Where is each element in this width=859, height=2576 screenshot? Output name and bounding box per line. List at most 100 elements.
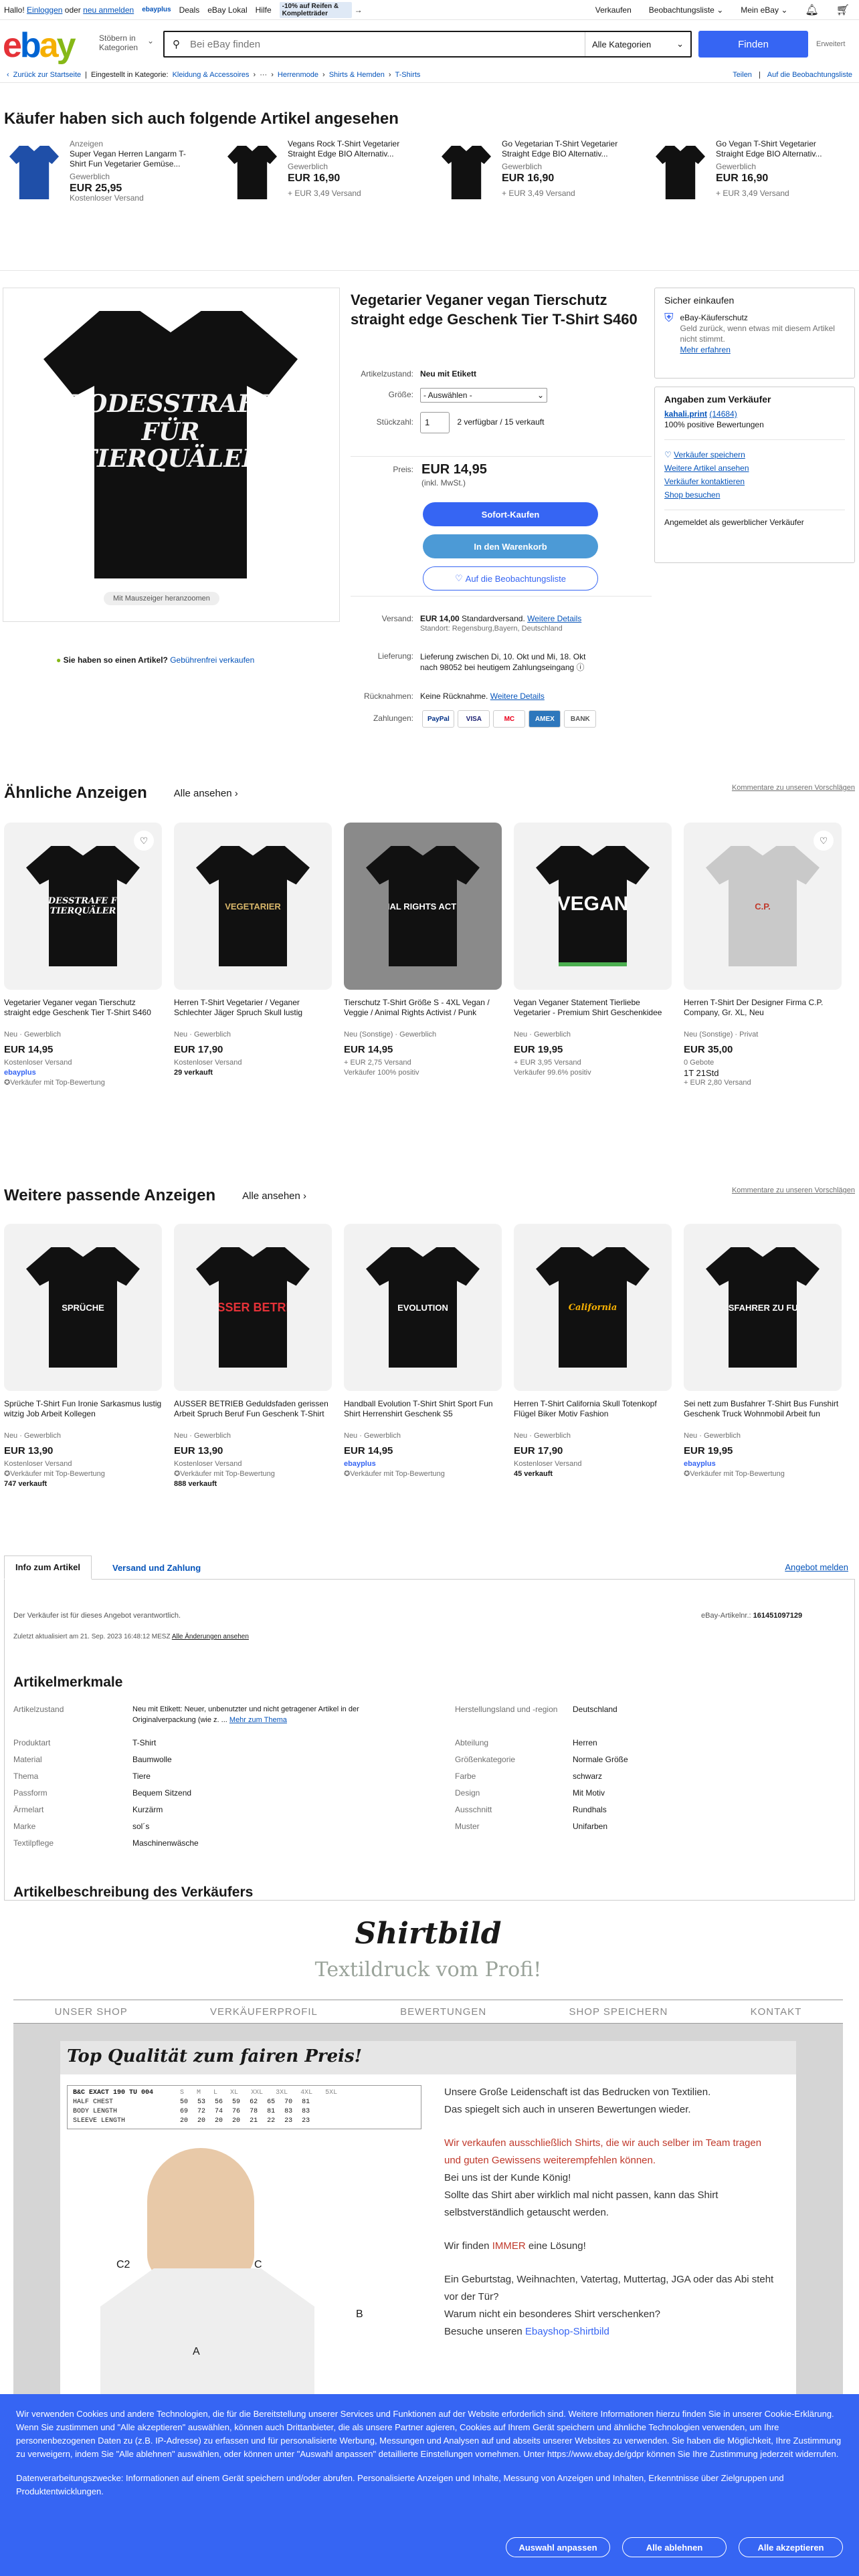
deals-link[interactable]: Deals xyxy=(179,5,200,15)
card-title[interactable]: Sei nett zum Busfahrer T-Shirt Bus Funsh… xyxy=(684,1399,842,1429)
card-title[interactable]: Herren T-Shirt Der Designer Firma C.P. C… xyxy=(684,998,842,1028)
product-image[interactable]: C.P. ♡ xyxy=(684,823,842,990)
add-to-cart-button[interactable]: In den Warenkorb xyxy=(423,534,598,558)
similar-card[interactable]: VEGAN Vegan Veganer Statement Tierliebe … xyxy=(514,823,672,1078)
seller-score[interactable]: (14684) xyxy=(709,409,737,419)
product-image[interactable]: VEGETARIER xyxy=(174,823,332,990)
also-item[interactable]: Go Vegetarian T-Shirt Vegetarier Straigh… xyxy=(432,139,633,246)
heart-icon[interactable]: ♡ xyxy=(134,831,154,851)
nav-contact[interactable]: KONTAKT xyxy=(751,2006,802,2018)
item-title[interactable]: Go Vegetarian T-Shirt Vegetarier Straigh… xyxy=(502,139,622,159)
product-image[interactable]: SPRÜCHE xyxy=(4,1224,162,1391)
nav-save-shop[interactable]: SHOP SPEICHERN xyxy=(569,2006,668,2018)
seller-name-link[interactable]: kahali.print xyxy=(664,409,707,419)
cart-icon[interactable]: 🛒︎ xyxy=(836,3,850,17)
see-all-link[interactable]: Alle ansehen › xyxy=(174,788,238,799)
ebay-logo[interactable]: ebay xyxy=(3,28,76,63)
card-title[interactable]: Handball Evolution T-Shirt Shirt Sport F… xyxy=(344,1399,502,1429)
similar-card[interactable]: VEGETARIER Herren T-Shirt Vegetarier / V… xyxy=(174,823,332,1078)
watchlist-link[interactable]: Beobachtungsliste ⌄ xyxy=(649,5,723,15)
register-link[interactable]: neu anmelden xyxy=(83,5,134,15)
main-image-panel[interactable]: TODESSTRAFE FÜR TIERQUÄLER Mit Mauszeige… xyxy=(3,288,340,622)
category-select[interactable]: Alle Kategorien ⌄ xyxy=(585,32,690,56)
tab-item-info[interactable]: Info zum Artikel xyxy=(4,1555,92,1580)
nav-shop[interactable]: UNSER SHOP xyxy=(55,2006,128,2018)
login-link[interactable]: Einloggen xyxy=(27,5,62,15)
back-arrow-icon[interactable]: ‹ xyxy=(7,71,9,79)
product-image[interactable] xyxy=(225,139,280,206)
search-input[interactable] xyxy=(165,32,585,56)
more-card[interactable]: SPRÜCHE Sprüche T-Shirt Fun Ironie Sarka… xyxy=(4,1224,162,1489)
more-card[interactable]: AUSSER BETRIEB AUSSER BETRIEB Geduldsfad… xyxy=(174,1224,332,1489)
product-image[interactable]: AUSSER BETRIEB xyxy=(174,1224,332,1391)
changes-link[interactable]: Alle Änderungen ansehen xyxy=(172,1633,249,1640)
also-item[interactable]: Anzeigen Super Vegan Herren Langarm T-Sh… xyxy=(0,139,201,246)
watch-button[interactable]: ♡ Auf die Beobachtungsliste xyxy=(423,566,598,591)
contact-seller-link[interactable]: Verkäufer kontaktieren xyxy=(664,477,745,486)
category-button[interactable]: Stöbern in Kategorien ⌄ xyxy=(99,33,159,52)
similar-card[interactable]: C.P. ♡ Herren T-Shirt Der Designer Firma … xyxy=(684,823,842,1088)
search-button[interactable]: Finden xyxy=(698,31,808,58)
product-image[interactable] xyxy=(7,139,62,206)
similar-card[interactable]: ANIMAL RIGHTS ACTIVIST Tierschutz T-Shir… xyxy=(344,823,502,1078)
product-image[interactable] xyxy=(653,139,708,206)
product-image[interactable]: California xyxy=(514,1224,672,1391)
advanced-search-link[interactable]: Erweitert xyxy=(816,40,845,48)
heart-icon[interactable]: ♡ xyxy=(814,831,834,851)
crumb-1[interactable]: Kleidung & Accessoires xyxy=(173,71,250,79)
back-link[interactable]: Zurück zur Startseite xyxy=(13,71,81,79)
also-item[interactable]: Vegans Rock T-Shirt Vegetarier Straight … xyxy=(218,139,419,246)
card-title[interactable]: Tierschutz T-Shirt Größe S - 4XL Vegan /… xyxy=(344,998,502,1028)
buy-now-button[interactable]: Sofort-Kaufen xyxy=(423,502,598,526)
card-title[interactable]: Vegetarier Veganer vegan Tierschutz stra… xyxy=(4,998,162,1028)
product-image[interactable]: EVOLUTION xyxy=(344,1224,502,1391)
card-title[interactable]: Herren T-Shirt Vegetarier / Veganer Schl… xyxy=(174,998,332,1028)
quantity-input[interactable]: 1 xyxy=(420,412,450,433)
promo-banner[interactable]: -10% auf Reifen & Kompletträder xyxy=(279,1,352,18)
product-image[interactable]: BUSFAHRER ZU FUSS xyxy=(684,1224,842,1391)
item-title[interactable]: Go Vegan T-Shirt Vegetarier Straight Edg… xyxy=(716,139,836,159)
nav-profile[interactable]: VERKÄUFERPROFIL xyxy=(210,2006,318,2018)
tab-shipping-payment[interactable]: Versand und Zahlung xyxy=(102,1555,211,1580)
feedback-link[interactable]: Kommentare zu unseren Vorschlägen xyxy=(732,784,855,792)
help-link[interactable]: Hilfe xyxy=(256,5,272,15)
see-all-link[interactable]: Alle ansehen › xyxy=(242,1190,306,1202)
size-select[interactable]: - Auswählen - ⌄ xyxy=(420,388,547,403)
my-ebay-link[interactable]: Mein eBay ⌄ xyxy=(741,5,787,15)
card-title[interactable]: Herren T-Shirt California Skull Totenkop… xyxy=(514,1399,672,1429)
other-items-link[interactable]: Weitere Artikel ansehen xyxy=(664,463,749,473)
product-image[interactable]: ANIMAL RIGHTS ACTIVIST xyxy=(344,823,502,990)
also-item[interactable]: Go Vegan T-Shirt Vegetarier Straight Edg… xyxy=(646,139,847,246)
accept-all-button[interactable]: Alle akzeptieren xyxy=(739,2537,843,2557)
info-icon[interactable]: ⓘ xyxy=(577,663,585,672)
sell-link[interactable]: Verkaufen xyxy=(595,5,632,15)
crumb-more[interactable]: ··· xyxy=(260,71,267,79)
product-image[interactable]: TODESSTRAFE FÜR TIERQUÄLER ♡ xyxy=(4,823,162,990)
local-link[interactable]: eBay Lokal xyxy=(207,5,247,15)
crumb-3[interactable]: Shirts & Hemden xyxy=(329,71,385,79)
card-title[interactable]: Vegan Veganer Statement Tierliebe Vegeta… xyxy=(514,998,672,1028)
reject-all-button[interactable]: Alle ablehnen xyxy=(622,2537,727,2557)
more-info-link[interactable]: Mehr zum Thema xyxy=(229,1716,287,1724)
item-title[interactable]: Super Vegan Herren Langarm T-Shirt Fun V… xyxy=(70,149,190,169)
share-link[interactable]: Teilen xyxy=(733,71,752,79)
watch-link[interactable]: Auf die Beobachtungsliste xyxy=(767,71,852,79)
more-card[interactable]: California Herren T-Shirt California Sku… xyxy=(514,1224,672,1479)
learn-more-link[interactable]: Mehr erfahren xyxy=(680,345,731,354)
card-title[interactable]: AUSSER BETRIEB Geduldsfaden gerissen Arb… xyxy=(174,1399,332,1429)
shipping-details-link[interactable]: Weitere Details xyxy=(527,614,581,623)
save-seller-link[interactable]: Verkäufer speichern xyxy=(674,450,745,459)
crumb-2[interactable]: Herrenmode xyxy=(278,71,318,79)
card-title[interactable]: Sprüche T-Shirt Fun Ironie Sarkasmus lus… xyxy=(4,1399,162,1429)
crumb-4[interactable]: T-Shirts xyxy=(395,71,421,79)
nav-reviews[interactable]: BEWERTUNGEN xyxy=(400,2006,486,2018)
more-card[interactable]: EVOLUTION Handball Evolution T-Shirt Shi… xyxy=(344,1224,502,1479)
visit-shop-link[interactable]: Shop besuchen xyxy=(664,490,720,500)
item-title[interactable]: Vegans Rock T-Shirt Vegetarier Straight … xyxy=(288,139,408,159)
product-main-image[interactable]: TODESSTRAFE FÜR TIERQUÄLER xyxy=(43,311,298,578)
bell-icon[interactable]: 🔔︎ xyxy=(805,3,818,17)
customize-button[interactable]: Auswahl anpassen xyxy=(506,2537,610,2557)
product-image[interactable]: VEGAN xyxy=(514,823,672,990)
product-image[interactable] xyxy=(439,139,494,206)
sell-link[interactable]: Gebührenfrei verkaufen xyxy=(170,655,254,665)
